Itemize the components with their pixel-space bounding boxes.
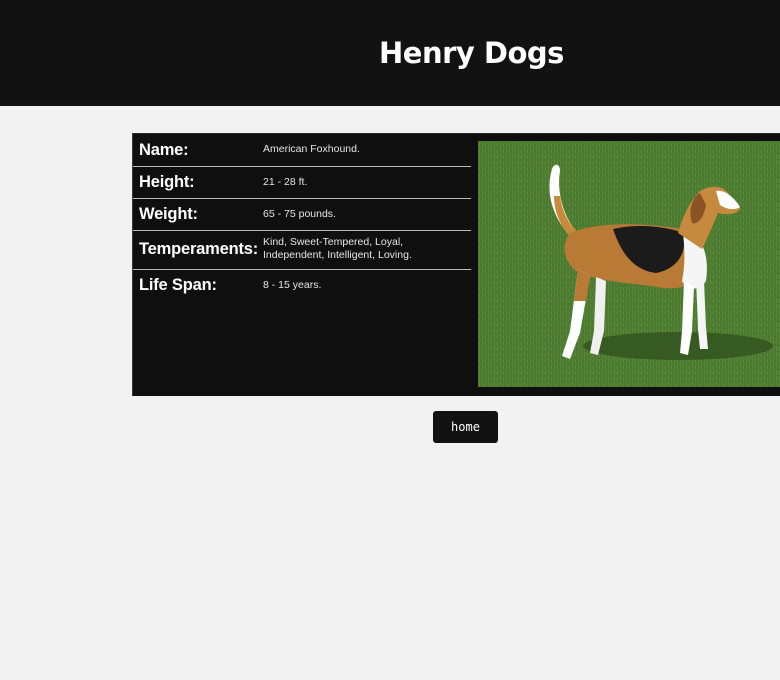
foxhound-illustration [478, 141, 780, 387]
breed-info-table: Name: American Foxhound. Height: 21 - 28… [133, 134, 471, 310]
info-label: Weight: [139, 205, 198, 223]
dog-photo [478, 141, 780, 387]
info-row-temperaments: Temperaments: Kind, Sweet-Tempered, Loya… [133, 231, 471, 270]
info-label: Name: [139, 141, 189, 159]
info-row-weight: Weight: 65 - 75 pounds. [133, 199, 471, 231]
info-value: American Foxhound. [263, 143, 360, 155]
info-label: Life Span: [139, 276, 217, 294]
site-title: Henry Dogs [379, 36, 564, 70]
info-row-life-span: Life Span: 8 - 15 years. [133, 270, 471, 310]
site-header: Henry Dogs [0, 0, 780, 106]
info-value: 21 - 28 ft. [263, 176, 308, 188]
info-value: 8 - 15 years. [263, 279, 322, 291]
info-value: 65 - 75 pounds. [263, 208, 336, 220]
home-button[interactable]: home [433, 411, 498, 443]
info-label: Height: [139, 173, 195, 191]
breed-card: Name: American Foxhound. Height: 21 - 28… [132, 133, 780, 396]
info-label: Temperaments: [139, 240, 259, 258]
info-row-name: Name: American Foxhound. [133, 134, 471, 167]
info-value: Kind, Sweet-Tempered, Loyal, Independent… [263, 236, 412, 261]
info-row-height: Height: 21 - 28 ft. [133, 167, 471, 199]
